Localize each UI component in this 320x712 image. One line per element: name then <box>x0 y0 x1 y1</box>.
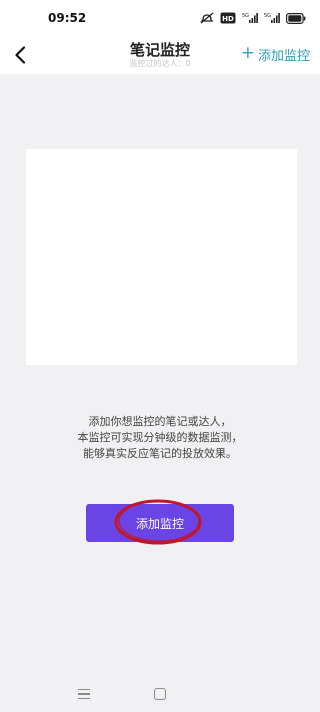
description-line: 能够真实反应笔记的投放效果。 <box>83 447 237 460</box>
add-monitor-link-label: 添加监控 <box>257 48 310 64</box>
description-line: 本监控可实现分钟级的数据监测， <box>77 431 243 444</box>
system-nav-bar <box>0 679 320 712</box>
header: 笔记监控 监控过的达人：0 + 添加监控 <box>0 36 320 74</box>
add-monitor-link[interactable]: + 添加监控 <box>241 44 310 64</box>
status-time: 09:52 <box>48 11 87 25</box>
net-label-1: 5G <box>242 13 249 19</box>
status-icons: HD 5G 5G <box>200 10 306 26</box>
empty-state-description: 添加你想监控的笔记或达人， 本监控可实现分钟级的数据监测， 能够真实反应笔记的投… <box>0 414 320 462</box>
net-label-2: 5G <box>264 13 271 19</box>
hd-label: HD <box>222 15 234 23</box>
signal-5g-icon: 5G <box>242 12 258 24</box>
add-monitor-button[interactable]: 添加监控 <box>86 504 234 542</box>
menu-icon[interactable] <box>76 685 92 703</box>
plus-icon: + <box>240 42 255 63</box>
hd-icon: HD <box>220 12 236 24</box>
battery-icon <box>286 12 306 24</box>
empty-state-image <box>26 149 297 365</box>
status-bar: 09:52 HD 5G 5G <box>0 0 320 36</box>
add-monitor-button-label: 添加监控 <box>135 516 184 531</box>
home-icon[interactable] <box>154 688 166 700</box>
alarm-off-icon <box>200 12 214 24</box>
main-content: 添加你想监控的笔记或达人， 本监控可实现分钟级的数据监测， 能够真实反应笔记的投… <box>0 74 320 679</box>
signal-5g-icon: 5G <box>264 12 280 24</box>
description-line: 添加你想监控的笔记或达人， <box>88 415 232 428</box>
